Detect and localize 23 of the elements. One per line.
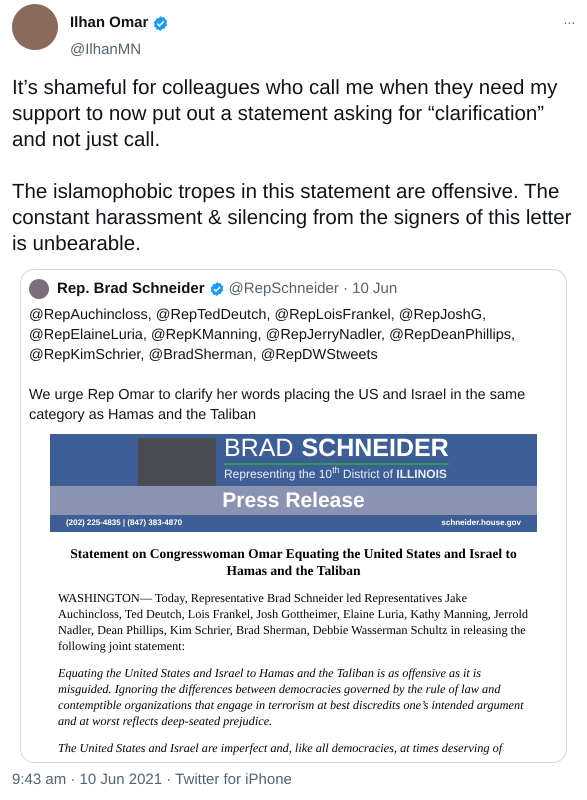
author-name[interactable]: Ilhan Omar bbox=[70, 12, 148, 34]
banner-phones: (202) 225-4835 | (847) 383-4870 bbox=[66, 517, 182, 529]
avatar[interactable] bbox=[12, 4, 58, 50]
quoted-avatar bbox=[29, 279, 49, 300]
document-paragraph: The United States and Israel are imperfect and, like all democracies, at times deserving of bbox=[58, 740, 504, 756]
banner-website: schneider.house.gov bbox=[441, 517, 521, 529]
banner-name-light: BRAD bbox=[224, 436, 294, 460]
document-paragraph: Equating the United States and Israel to Hamas and the Taliban is as offensive as it is misguided. Ignoring the differences between democracies governed by the rule of law and contemptible organizations that engage in terrorism at best discredits one’s intended argument and at worst reflects deep-seated prejudice. bbox=[58, 664, 525, 728]
author-handle: @IlhanMN bbox=[70, 40, 142, 60]
quoted-author-meta: @RepSchneider · 10 Jun bbox=[228, 279, 398, 299]
quoted-author-name[interactable]: Rep. Brad Schneider bbox=[57, 278, 205, 300]
tweet-text: The islamophobic tropes in this statement are offensive. The constant harassment & silencing from the signers of this letter is unbearable. bbox=[12, 179, 572, 257]
quoted-mentions: @RepAuchincloss, @RepTedDeutch, @RepLoisFrankel, @RepJoshG, @RepElaineLuria, @RepKManning, @RepJerryNadler, @RepDeanPhillips, @RepKimSchrier, @BradSherman, @RepDWStweets bbox=[29, 306, 516, 364]
document-paragraph: WASHINGTON— Today, Representative Brad Schneider led Representatives Jake Auchincloss, Ted Deutch, Lois Frankel, Josh Gottheimer, Elaine Luria, Kathy Manning, Jerrold Nadler, Dean Phillips, Kim Schrier, Brad Sherman, Debbie Wasserman Schultz in releasing the following joint statement: bbox=[58, 590, 529, 654]
press-release-title: Press Release bbox=[50, 486, 537, 514]
document-heading: Statement on Congresswoman Omar Equating the United States and Israel to Hamas and the Taliban bbox=[69, 544, 518, 578]
banner-name-bold: SCHNEIDER bbox=[301, 436, 449, 460]
quoted-tweet-card[interactable] bbox=[20, 269, 567, 763]
banner-tagline: Representing the 10$^{th}$ District of ILLINOIS bbox=[224, 462, 449, 482]
tweet-timestamp: 9:43 am · 10 Jun 2021 · Twitter for iPhone bbox=[11, 770, 293, 790]
more-options-icon[interactable]: ··· bbox=[563, 12, 575, 33]
tweet-text: It’s shameful for colleagues who call me when they need my support to now put out a statement asking for “clarification” and not just call. bbox=[12, 75, 558, 153]
quoted-tweet-text: We urge Rep Omar to clarify her words placing the US and Israel in the same category as Hamas and the Taliban bbox=[29, 386, 526, 424]
